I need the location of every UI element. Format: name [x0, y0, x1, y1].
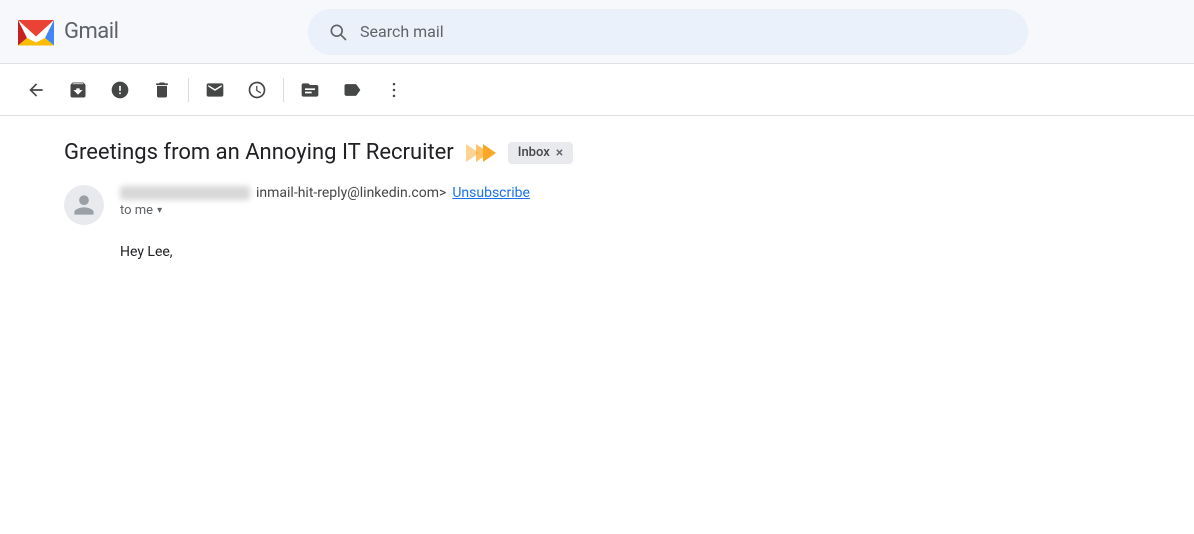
avatar: [64, 185, 104, 225]
forward-arrows-icon: [466, 142, 496, 164]
search-bar[interactable]: Search mail: [308, 9, 1028, 55]
report-spam-button[interactable]: [100, 70, 140, 110]
email-greeting: Hey Lee,: [120, 241, 1162, 263]
sender-row: inmail-hit-reply@linkedin.com> Unsubscri…: [64, 185, 1162, 225]
gmail-logo-text: Gmail: [64, 19, 118, 44]
email-subject-row: Greetings from an Annoying IT Recruiter …: [64, 140, 1162, 165]
toolbar-divider-1: [188, 78, 189, 102]
email-body: Hey Lee,: [64, 241, 1162, 263]
header: Gmail Search mail: [0, 0, 1194, 64]
delete-button[interactable]: [142, 70, 182, 110]
logo-area: Gmail: [16, 17, 296, 47]
inbox-badge-close[interactable]: ×: [556, 145, 563, 161]
snooze-button[interactable]: [237, 70, 277, 110]
move-to-button[interactable]: [290, 70, 330, 110]
to-me-label: to me: [120, 203, 153, 218]
archive-button[interactable]: [58, 70, 98, 110]
sender-info: inmail-hit-reply@linkedin.com> Unsubscri…: [120, 185, 530, 218]
to-me-row[interactable]: to me ▾: [120, 203, 530, 218]
more-options-button[interactable]: [374, 70, 414, 110]
email-subject: Greetings from an Annoying IT Recruiter: [64, 140, 454, 165]
inbox-badge-label: Inbox: [518, 145, 550, 160]
search-placeholder-text: Search mail: [360, 22, 444, 41]
sender-email: inmail-hit-reply@linkedin.com>: [256, 185, 446, 201]
search-icon: [328, 22, 348, 42]
mark-unread-button[interactable]: [195, 70, 235, 110]
sender-name-blurred: [120, 186, 250, 200]
inbox-badge: Inbox ×: [508, 142, 573, 164]
email-content: Greetings from an Annoying IT Recruiter …: [0, 116, 1194, 287]
label-button[interactable]: [332, 70, 372, 110]
to-me-dropdown-icon: ▾: [157, 205, 162, 216]
gmail-logo-icon: [16, 17, 56, 47]
toolbar-divider-2: [283, 78, 284, 102]
sender-name-row: inmail-hit-reply@linkedin.com> Unsubscri…: [120, 185, 530, 201]
back-button[interactable]: [16, 70, 56, 110]
unsubscribe-link[interactable]: Unsubscribe: [452, 185, 530, 201]
person-icon: [72, 193, 96, 217]
toolbar: [0, 64, 1194, 116]
